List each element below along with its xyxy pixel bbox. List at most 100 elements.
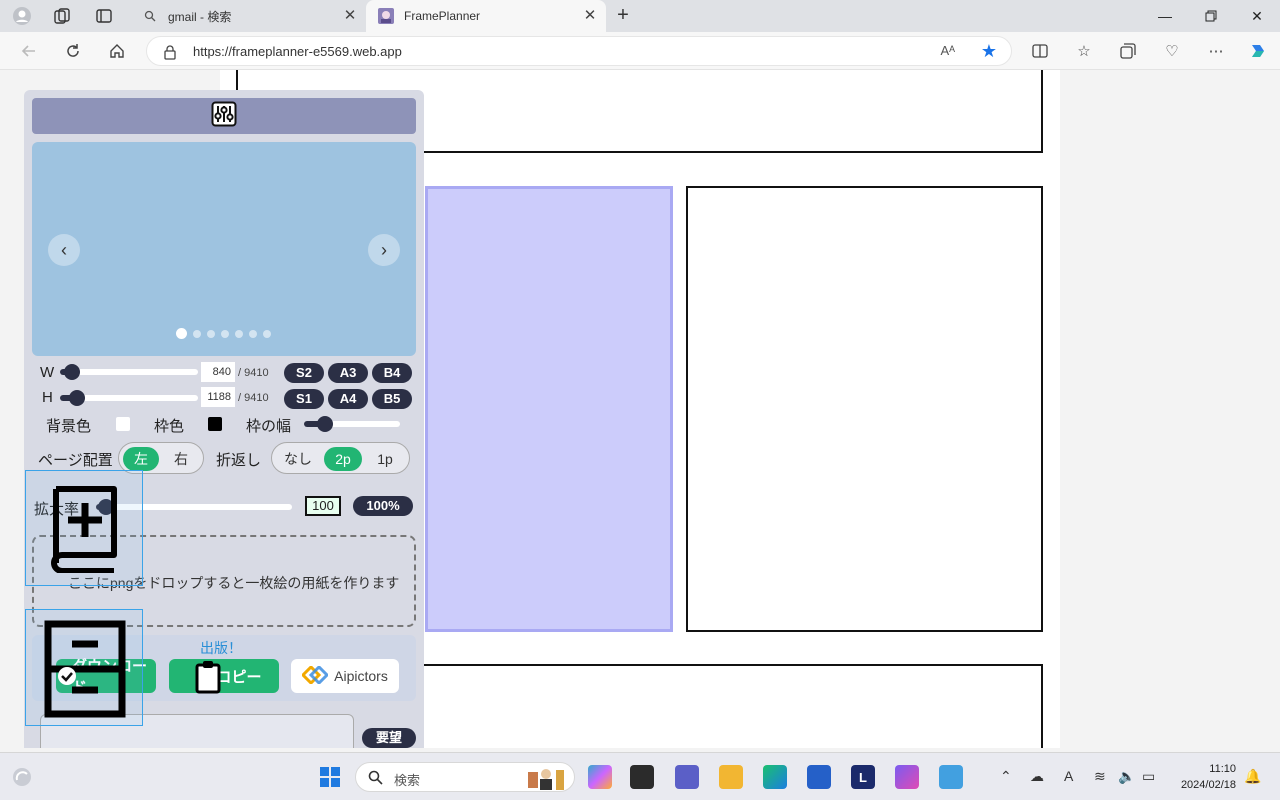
preset-b4-button[interactable]: B4 [372, 363, 412, 383]
heart-pulse-icon[interactable]: ♡ [1162, 41, 1182, 61]
height-input[interactable]: 1188 [201, 387, 235, 407]
wrap-label: 折返し [216, 452, 262, 469]
back-icon[interactable] [18, 40, 40, 62]
height-slider[interactable] [60, 390, 198, 406]
file-explorer-icon[interactable] [719, 765, 743, 789]
carousel-dot[interactable] [176, 328, 187, 339]
start-icon[interactable] [318, 765, 342, 789]
zoom-input[interactable]: 100 [305, 496, 341, 516]
template-carousel[interactable]: ‹ › [32, 142, 416, 356]
frameplanner-favicon-icon [378, 8, 394, 24]
clear-frames-button[interactable] [25, 609, 143, 726]
carousel-dot[interactable] [221, 329, 229, 338]
lock-icon[interactable] [163, 44, 179, 60]
profile-icon[interactable] [12, 6, 32, 26]
frame-left-selected[interactable] [425, 186, 673, 632]
ime-indicator[interactable]: A [1064, 768, 1073, 784]
carousel-dot[interactable] [263, 329, 271, 338]
battery-icon[interactable]: ▭ [1142, 768, 1155, 785]
frame-width-slider[interactable] [304, 416, 400, 432]
carousel-dot[interactable] [249, 329, 257, 338]
panel-header[interactable] [32, 98, 416, 134]
frame-color-swatch[interactable] [208, 417, 222, 431]
url-text[interactable]: https://frameplanner-e5569.web.app [193, 44, 402, 59]
close-window-button[interactable]: ✕ [1234, 0, 1280, 32]
width-slider-knob[interactable] [64, 364, 80, 380]
split-screen-icon[interactable] [1030, 41, 1050, 61]
store-icon[interactable] [807, 765, 831, 789]
tab-actions-icon[interactable] [94, 6, 114, 26]
search-icon [142, 8, 158, 24]
taskbar-search[interactable]: 検索 [355, 762, 575, 792]
wrap-toggle: なし 2p 1p [271, 442, 410, 474]
collections-icon[interactable] [1118, 41, 1138, 61]
system-clock[interactable]: 11:10 2024/02/18 [1176, 761, 1236, 793]
refresh-icon[interactable] [62, 40, 84, 62]
chevron-right-icon[interactable]: › [368, 234, 400, 266]
star-icon[interactable]: ★ [981, 41, 997, 62]
width-input[interactable]: 840 [201, 362, 235, 382]
address-bar[interactable]: https://frameplanner-e5569.web.app Aᴬ ★ [146, 36, 1012, 66]
carousel-dot[interactable] [235, 329, 243, 338]
frame-width-slider-knob[interactable] [317, 416, 333, 432]
workspaces-icon[interactable] [52, 6, 72, 26]
tray-overflow-icon[interactable]: ⌃ [1000, 768, 1012, 785]
l-app-icon[interactable]: L [851, 765, 875, 789]
m365-icon[interactable] [895, 765, 919, 789]
frame-color-label: 枠色 [154, 418, 185, 435]
preset-a3-button[interactable]: A3 [328, 363, 368, 383]
favorites-icon[interactable]: ☆ [1074, 41, 1094, 61]
search-highlight-icon [526, 766, 570, 795]
tab-frameplanner[interactable]: FramePlanner ✕ [366, 0, 606, 32]
onedrive-icon[interactable]: ☁ [1030, 768, 1044, 785]
height-slider-knob[interactable] [69, 390, 85, 406]
tab-title: gmail - 検索 [168, 9, 232, 24]
copilot-icon[interactable] [1248, 41, 1268, 61]
wrap-1p-option[interactable]: 1p [366, 447, 404, 471]
copy-button[interactable]: コピー [169, 659, 279, 693]
download-check-icon [57, 666, 77, 691]
aipictors-logo-icon [301, 664, 330, 687]
home-icon[interactable] [106, 40, 128, 62]
wifi-icon[interactable]: ≋ [1094, 768, 1106, 785]
wrap-none-option[interactable]: なし [278, 447, 318, 471]
close-tab-icon[interactable]: ✕ [582, 8, 598, 24]
page-right-option[interactable]: 右 [163, 447, 199, 471]
clock-date: 2024/02/18 [1180, 779, 1236, 791]
width-slider[interactable] [60, 364, 198, 380]
widgets-icon[interactable] [10, 765, 34, 789]
height-label: H [42, 389, 53, 406]
preset-s1-button[interactable]: S1 [284, 389, 324, 409]
teams-icon[interactable] [675, 765, 699, 789]
read-aloud-icon[interactable]: Aᴬ [940, 43, 955, 58]
more-icon[interactable]: ⋯ [1206, 41, 1226, 61]
carousel-dot[interactable] [193, 329, 201, 338]
task-view-icon[interactable] [630, 765, 654, 789]
frame-right[interactable] [686, 186, 1043, 632]
wrap-2p-option[interactable]: 2p [324, 447, 362, 471]
preset-s2-button[interactable]: S2 [284, 363, 324, 383]
tab-gmail-search[interactable]: gmail - 検索 ✕ [130, 0, 366, 32]
preset-b5-button[interactable]: B5 [372, 389, 412, 409]
new-tab-button[interactable]: + [612, 5, 634, 27]
close-tab-icon[interactable]: ✕ [342, 8, 358, 24]
chevron-left-icon[interactable]: ‹ [48, 234, 80, 266]
notification-bell-icon[interactable]: 🔔 [1244, 768, 1261, 785]
search-placeholder: 検索 [394, 773, 421, 788]
carousel-dot[interactable] [207, 329, 215, 338]
background-color-swatch[interactable] [116, 417, 130, 431]
copilot-taskbar-icon[interactable] [588, 765, 612, 789]
request-button[interactable]: 要望 [362, 728, 416, 748]
minimize-button[interactable]: — [1142, 0, 1188, 32]
edge-icon[interactable] [763, 765, 787, 789]
aipictors-button[interactable]: Aipictors [291, 659, 399, 693]
new-book-button[interactable] [25, 470, 143, 586]
settings-sliders-icon[interactable] [211, 101, 237, 132]
restore-button[interactable] [1188, 0, 1234, 32]
volume-icon[interactable]: 🔈 [1118, 768, 1135, 785]
snipping-tool-icon[interactable] [939, 765, 963, 789]
preset-a4-button[interactable]: A4 [328, 389, 368, 409]
width-max: / 9410 [238, 367, 269, 379]
page-left-option[interactable]: 左 [123, 447, 159, 471]
zoom-percent-button[interactable]: 100% [353, 496, 413, 516]
